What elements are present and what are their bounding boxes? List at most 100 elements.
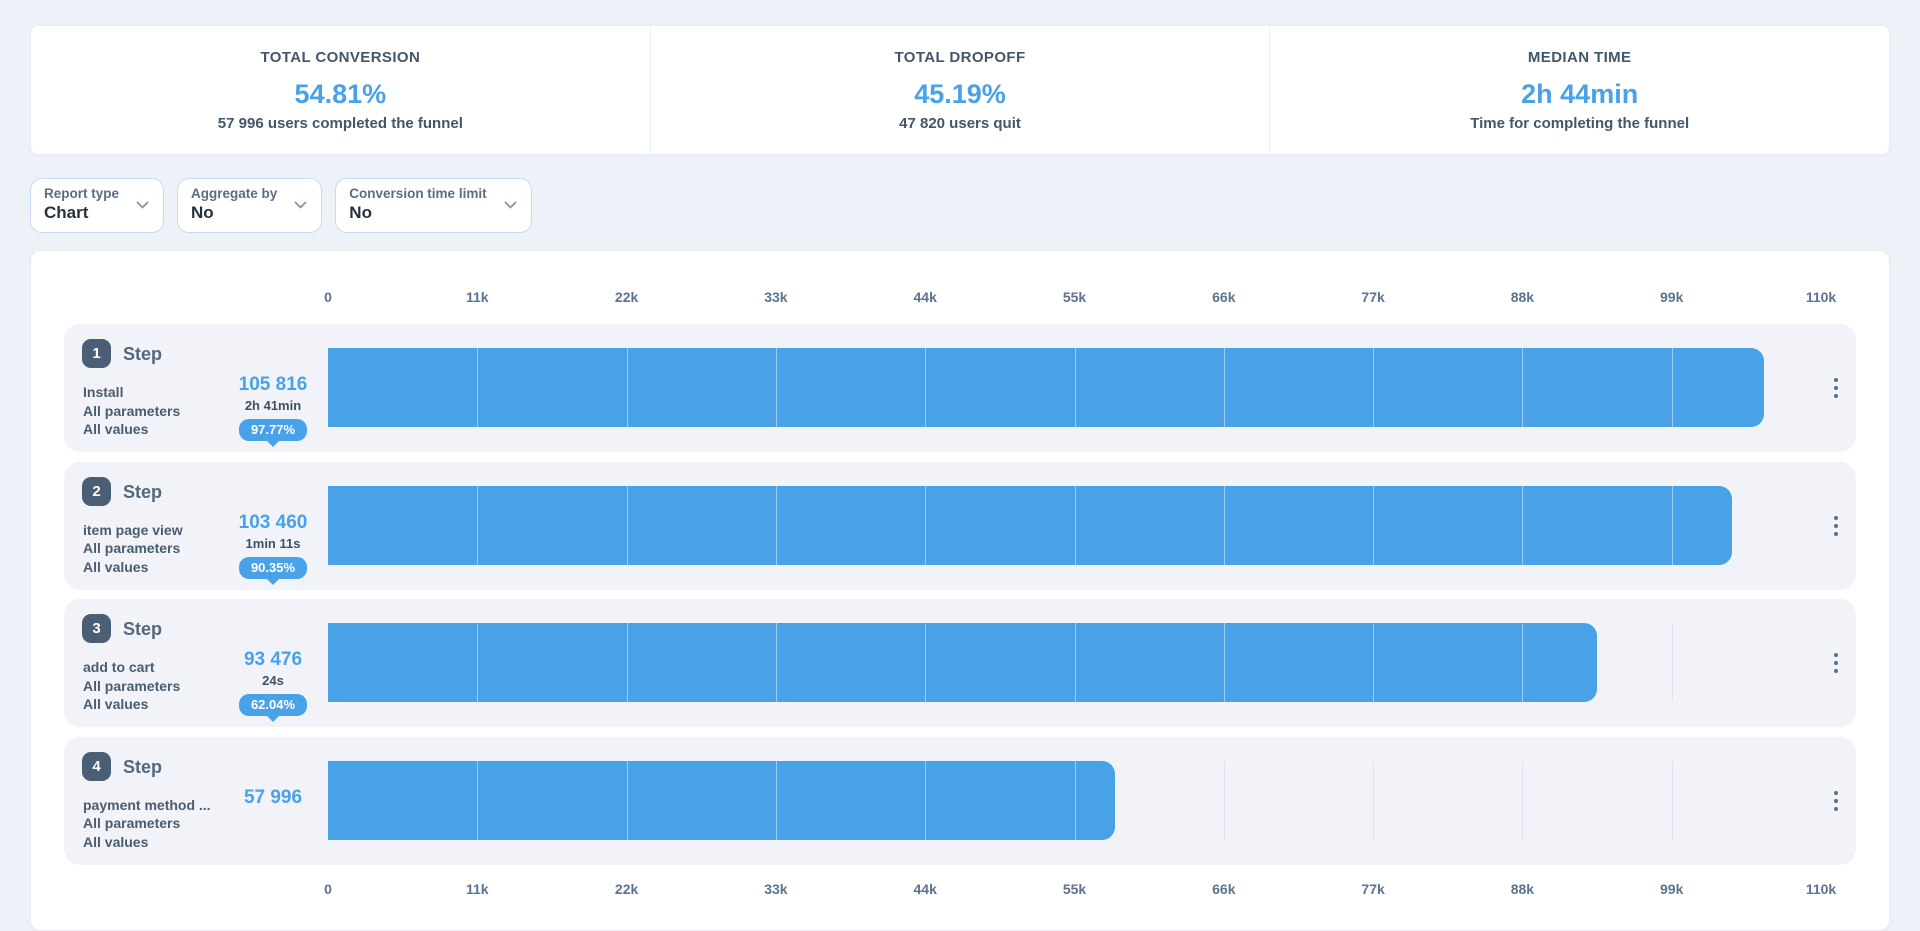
stat-card-total-conversion: TOTAL CONVERSION 54.81% 57 996 users com… (31, 26, 650, 154)
funnel-bar[interactable] (328, 623, 1597, 702)
dropdown-selected-value: No (349, 203, 486, 223)
axis-tick-label: 44k (914, 289, 937, 305)
gridline-on-bar (1672, 348, 1673, 427)
step-metrics: 57 996 (203, 787, 343, 809)
step-users-count: 105 816 (203, 374, 343, 396)
step-bar-track (328, 623, 1821, 702)
gridline-on-bar (1373, 623, 1374, 702)
funnel-step-row: 3 Step add to cart All parameters All va… (64, 599, 1856, 727)
axis-tick-label: 88k (1511, 289, 1534, 305)
row-menu-button[interactable] (1821, 511, 1851, 541)
funnel-step-row: 4 Step payment method ... All parameters… (64, 737, 1856, 865)
step-users-count: 93 476 (203, 649, 343, 671)
step-bar-track (328, 348, 1821, 427)
gridline-on-bar (627, 623, 628, 702)
report-type-dropdown[interactable]: Report type Chart (30, 178, 164, 233)
stat-subtitle: Time for completing the funnel (1470, 115, 1689, 132)
funnel-step-row: 1 Step Install All parameters All values… (64, 324, 1856, 452)
gridline-on-bar (1224, 623, 1225, 702)
funnel-bar[interactable] (328, 348, 1764, 427)
axis-tick-label: 0 (324, 289, 332, 305)
funnel-bar[interactable] (328, 761, 1115, 840)
stats-panel: TOTAL CONVERSION 54.81% 57 996 users com… (30, 25, 1890, 155)
step-bar-track (328, 761, 1821, 840)
funnel-chart-panel: 0 11k 22k 33k 44k 55k 66k 77k 88k 99k 110k 1 Step … (30, 250, 1890, 931)
gridline-on-bar (627, 486, 628, 565)
gridline (1672, 623, 1673, 702)
step-metrics: 105 816 2h 41min 97.77% (203, 374, 343, 441)
step-values: All values (83, 833, 278, 852)
x-axis-bottom: 011k22k33k44k55k66k77k88k99k110k (31, 881, 1889, 897)
gridline-on-bar (627, 348, 628, 427)
x-axis-top: 011k22k33k44k55k66k77k88k99k110k (31, 289, 1889, 305)
gridline-on-bar (925, 761, 926, 840)
step-conversion-badge: 97.77% (239, 419, 307, 441)
axis-tick-label: 0 (324, 881, 332, 897)
funnel-step-row: 2 Step item page view All parameters All… (64, 462, 1856, 590)
gridline-on-bar (1672, 486, 1673, 565)
stat-subtitle: 47 820 users quit (899, 115, 1021, 132)
chevron-down-icon (136, 196, 149, 209)
stat-card-total-dropoff: TOTAL DROPOFF 45.19% 47 820 users quit (650, 26, 1270, 154)
step-number-badge: 3 (82, 614, 111, 643)
step-number-badge: 2 (82, 477, 111, 506)
stat-value: 2h 44min (1521, 79, 1638, 110)
axis-tick-label: 22k (615, 289, 638, 305)
dropdown-selected-value: Chart (44, 203, 119, 223)
axis-tick-label: 33k (764, 881, 787, 897)
axis-tick-label: 110k (1806, 881, 1836, 897)
gridline (1224, 761, 1225, 840)
dropdown-selected-value: No (191, 203, 277, 223)
step-users-count: 57 996 (203, 787, 343, 809)
gridline-on-bar (1522, 623, 1523, 702)
gridline (1672, 761, 1673, 840)
row-menu-button[interactable] (1821, 373, 1851, 403)
step-metrics: 93 476 24s 62.04% (203, 649, 343, 716)
gridline-on-bar (1522, 348, 1523, 427)
axis-tick-label: 110k (1806, 289, 1836, 305)
stat-value: 54.81% (295, 79, 387, 110)
stat-title: MEDIAN TIME (1528, 49, 1632, 66)
axis-tick-label: 99k (1660, 289, 1683, 305)
axis-tick-label: 88k (1511, 881, 1534, 897)
aggregate-by-dropdown[interactable]: Aggregate by No (177, 178, 322, 233)
gridline-on-bar (1373, 486, 1374, 565)
gridline-on-bar (776, 623, 777, 702)
axis-tick-label: 55k (1063, 881, 1086, 897)
stat-title: TOTAL DROPOFF (894, 49, 1025, 66)
axis-tick-label: 77k (1361, 289, 1384, 305)
gridline-on-bar (1075, 761, 1076, 840)
row-menu-button[interactable] (1821, 786, 1851, 816)
step-label: Step (123, 619, 162, 640)
axis-tick-label: 44k (914, 881, 937, 897)
axis-tick-label: 11k (466, 881, 489, 897)
step-median-time: 1min 11s (203, 536, 343, 551)
funnel-dashboard: TOTAL CONVERSION 54.81% 57 996 users com… (0, 0, 1920, 931)
gridline (1373, 761, 1374, 840)
gridline-on-bar (1075, 623, 1076, 702)
step-number-badge: 4 (82, 752, 111, 781)
step-median-time: 2h 41min (203, 398, 343, 413)
gridline-on-bar (776, 486, 777, 565)
stat-value: 45.19% (914, 79, 1006, 110)
gridline-on-bar (776, 761, 777, 840)
step-label: Step (123, 482, 162, 503)
gridline-on-bar (1224, 486, 1225, 565)
axis-tick-label: 55k (1063, 289, 1086, 305)
gridline-on-bar (477, 348, 478, 427)
conversion-time-limit-dropdown[interactable]: Conversion time limit No (335, 178, 531, 233)
chevron-down-icon (504, 196, 517, 209)
step-parameters: All parameters (83, 814, 278, 833)
row-menu-button[interactable] (1821, 648, 1851, 678)
gridline (1522, 761, 1523, 840)
gridline-on-bar (627, 761, 628, 840)
gridline-on-bar (1522, 486, 1523, 565)
axis-tick-label: 33k (764, 289, 787, 305)
step-metrics: 103 460 1min 11s 90.35% (203, 512, 343, 579)
step-bar-track (328, 486, 1821, 565)
axis-tick-label: 99k (1660, 881, 1683, 897)
gridline-on-bar (925, 623, 926, 702)
gridline-on-bar (1373, 348, 1374, 427)
axis-tick-label: 66k (1212, 289, 1235, 305)
gridline-on-bar (925, 486, 926, 565)
